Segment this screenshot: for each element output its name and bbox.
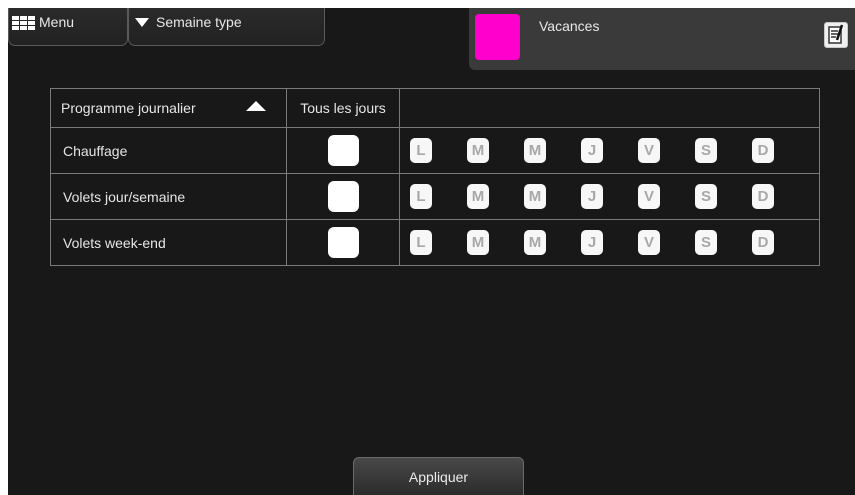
- day-toggle-thursday[interactable]: J: [581, 230, 603, 255]
- app-screen: Menu Semaine type Vacances Programme jou…: [8, 8, 855, 495]
- day-toggle-tuesday[interactable]: M: [467, 184, 489, 209]
- days-cell: L M M J V S D: [399, 173, 820, 220]
- days-cell: L M M J V S D: [399, 127, 820, 174]
- mode-label: Semaine type: [156, 14, 242, 30]
- day-toggle-thursday[interactable]: J: [581, 138, 603, 163]
- day-toggle-sunday[interactable]: D: [752, 230, 774, 255]
- days-column-header: [399, 88, 820, 128]
- program-column-header[interactable]: Programme journalier: [50, 88, 287, 128]
- vacation-color-swatch[interactable]: [475, 14, 520, 60]
- mode-dropdown[interactable]: Semaine type: [128, 8, 325, 46]
- edit-note-icon: [828, 24, 844, 44]
- vacation-panel: Vacances: [469, 8, 855, 70]
- edit-note-button[interactable]: [824, 22, 848, 48]
- vacation-label: Vacances: [539, 18, 600, 34]
- day-toggle-tuesday[interactable]: M: [467, 230, 489, 255]
- apply-button[interactable]: Appliquer: [353, 457, 524, 495]
- triangle-down-icon: [135, 18, 149, 27]
- program-name: Chauffage: [63, 142, 128, 159]
- all-days-checkbox[interactable]: [327, 227, 359, 258]
- day-toggle-wednesday[interactable]: M: [524, 230, 546, 255]
- day-toggle-wednesday[interactable]: M: [524, 184, 546, 209]
- sort-up-icon: [246, 101, 266, 111]
- table-header-row: Programme journalier Tous les jours: [50, 88, 820, 128]
- day-toggle-tuesday[interactable]: M: [467, 138, 489, 163]
- day-toggle-wednesday[interactable]: M: [524, 138, 546, 163]
- program-name-cell: Volets jour/semaine: [50, 173, 287, 220]
- day-toggle-friday[interactable]: V: [638, 230, 660, 255]
- program-name-cell: Chauffage: [50, 127, 287, 174]
- all-days-header-label: Tous les jours: [300, 100, 386, 116]
- program-name: Volets jour/semaine: [63, 188, 186, 205]
- all-days-checkbox[interactable]: [327, 181, 359, 212]
- day-toggle-monday[interactable]: L: [410, 230, 432, 255]
- day-toggle-saturday[interactable]: S: [695, 230, 717, 255]
- grid-icon: [12, 16, 35, 30]
- menu-label: Menu: [39, 14, 75, 30]
- table-row: Volets week-end L M M J V S D: [50, 219, 820, 266]
- program-name: Volets week-end: [63, 234, 166, 251]
- program-name-cell: Volets week-end: [50, 219, 287, 266]
- all-days-column-header: Tous les jours: [286, 88, 400, 128]
- all-days-checkbox[interactable]: [327, 135, 359, 166]
- all-days-cell: [286, 219, 400, 266]
- day-toggle-sunday[interactable]: D: [752, 184, 774, 209]
- all-days-cell: [286, 127, 400, 174]
- days-cell: L M M J V S D: [399, 219, 820, 266]
- day-toggle-saturday[interactable]: S: [695, 138, 717, 163]
- day-toggle-sunday[interactable]: D: [752, 138, 774, 163]
- table-row: Chauffage L M M J V S D: [50, 127, 820, 174]
- day-toggle-thursday[interactable]: J: [581, 184, 603, 209]
- table-row: Volets jour/semaine L M M J V S D: [50, 173, 820, 220]
- program-header-label: Programme journalier: [61, 100, 196, 116]
- day-toggle-friday[interactable]: V: [638, 138, 660, 163]
- all-days-cell: [286, 173, 400, 220]
- menu-button[interactable]: Menu: [8, 8, 128, 46]
- day-toggle-monday[interactable]: L: [410, 184, 432, 209]
- day-toggle-monday[interactable]: L: [410, 138, 432, 163]
- day-toggle-saturday[interactable]: S: [695, 184, 717, 209]
- program-table: Programme journalier Tous les jours Chau…: [50, 88, 820, 266]
- day-toggle-friday[interactable]: V: [638, 184, 660, 209]
